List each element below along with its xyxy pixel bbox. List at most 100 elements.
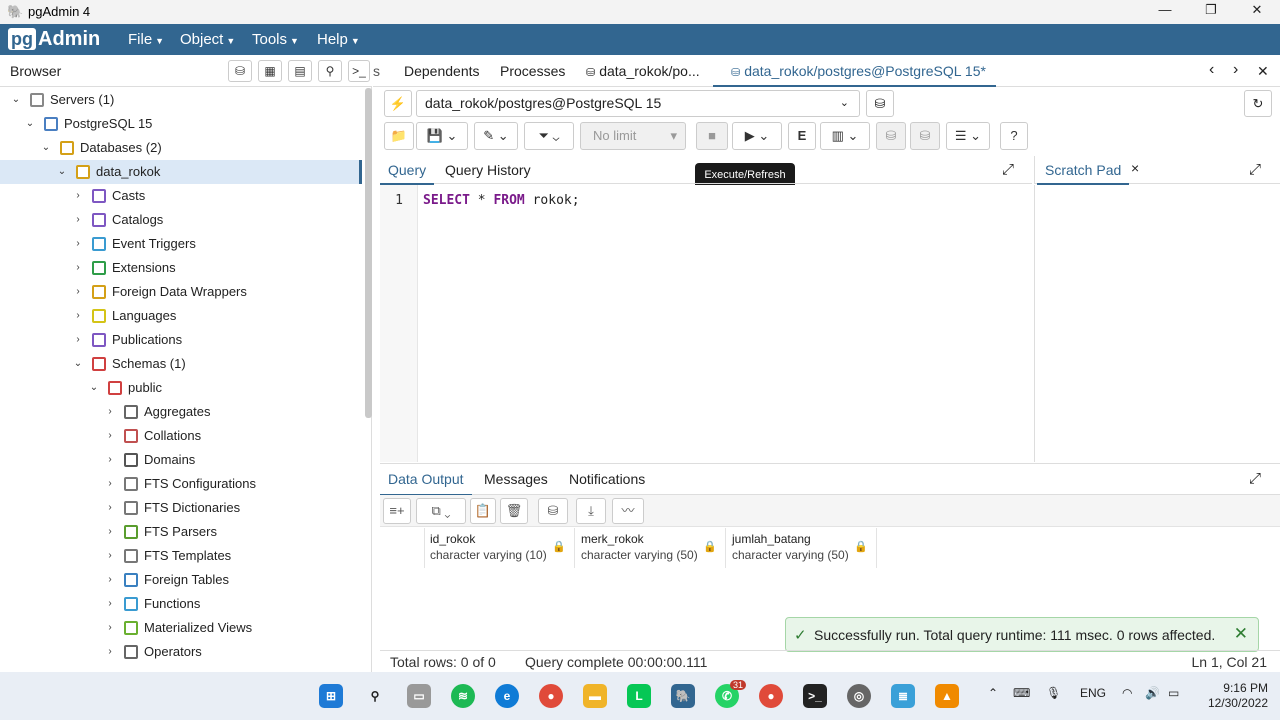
minimize-icon[interactable]: — (1150, 2, 1180, 17)
chrome-icon[interactable]: ● (539, 684, 563, 708)
tree-item[interactable]: ⌄ PostgreSQL 15 (0, 112, 362, 136)
tab-query-history[interactable]: Query History (445, 162, 531, 178)
graph-icon[interactable]: 〰 (612, 498, 644, 524)
spotify-icon[interactable]: ≋ (451, 684, 475, 708)
save-data-icon[interactable]: ⛁ (538, 498, 568, 524)
chevron-right-icon[interactable]: › (72, 256, 84, 280)
chevron-right-icon[interactable]: › (104, 520, 116, 544)
copy-icon[interactable]: ⧉ ⌄ (416, 498, 466, 524)
close-tab-icon[interactable]: ✕ (1257, 63, 1269, 80)
chevron-right-icon[interactable]: › (104, 496, 116, 520)
chevron-down-icon[interactable]: ⌄ (40, 136, 52, 160)
tree-item[interactable]: ⌄ Databases (2) (0, 136, 362, 160)
chevron-down-icon[interactable]: ⌄ (24, 112, 36, 136)
tree-item[interactable]: ⌄ data_rokok (0, 160, 362, 184)
expand-icon[interactable]: ⤢ (1002, 161, 1014, 178)
notepad-icon[interactable]: ≣ (891, 684, 915, 708)
task-view-icon[interactable]: ▭ (407, 684, 431, 708)
tree-item[interactable]: › Collations (0, 424, 362, 448)
plug-icon[interactable]: ⚡ (384, 90, 412, 117)
tab-notifications[interactable]: Notifications (569, 471, 645, 487)
edit-icon[interactable]: ✎ ⌄ (474, 122, 518, 150)
column-header[interactable]: id_rokok character varying (10) 🔒 (425, 528, 575, 568)
chevron-down-icon[interactable]: ⌄ (88, 376, 100, 400)
browser-scrollbar[interactable] (365, 88, 372, 418)
tab-query[interactable]: Query (379, 162, 435, 185)
tree-item[interactable]: › Languages (0, 304, 362, 328)
close-toast-icon[interactable]: ✕ (1234, 624, 1248, 644)
tree-item[interactable]: ⌄ public (0, 376, 362, 400)
filter-icon[interactable]: ⏷ ⌄ (524, 122, 574, 150)
sql-editor[interactable]: 1 SELECT * FROM rokok; (380, 185, 1032, 462)
database-icon[interactable]: ⛁ (228, 60, 252, 82)
tree-item[interactable]: › Catalogs (0, 208, 362, 232)
connection-select[interactable]: data_rokok/postgres@PostgreSQL 15 ⌄ (416, 90, 860, 117)
chevron-right-icon[interactable]: › (104, 400, 116, 424)
chevron-right-icon[interactable]: › (104, 424, 116, 448)
expand-icon[interactable]: ⤢ (1249, 470, 1261, 487)
view-data-icon[interactable]: ▤ (288, 60, 312, 82)
volume-icon[interactable]: 🔊 (1145, 686, 1160, 700)
chevron-right-icon[interactable]: › (104, 592, 116, 616)
tree-item[interactable]: › Extensions (0, 256, 362, 280)
menu-help[interactable]: Help ▼ (317, 31, 360, 48)
maximize-icon[interactable]: ❐ (1196, 2, 1226, 18)
tree-item[interactable]: › Event Triggers (0, 232, 362, 256)
edge-icon[interactable]: e (495, 684, 519, 708)
tree-item[interactable]: › Casts (0, 184, 362, 208)
tab-processes[interactable]: Processes (500, 63, 565, 79)
tree-item[interactable]: › FTS Configurations (0, 472, 362, 496)
tab-query-tool-2[interactable]: ⛁ data_rokok/postgres@PostgreSQL 15* (713, 63, 996, 87)
tab-query-tool-1[interactable]: ⛁ data_rokok/po... (586, 63, 700, 79)
table-icon[interactable]: ▦ (258, 60, 282, 82)
obs-icon[interactable]: ◎ (847, 684, 871, 708)
chevron-right-icon[interactable]: › (104, 448, 116, 472)
chrome-icon[interactable]: ● (759, 684, 783, 708)
column-header[interactable]: merk_rokok character varying (50) 🔒 (576, 528, 726, 568)
tree-item[interactable]: › FTS Templates (0, 544, 362, 568)
rollback-icon[interactable]: ⛁ (910, 122, 940, 150)
chevron-right-icon[interactable]: › (72, 208, 84, 232)
terminal-icon[interactable]: >_ (803, 684, 827, 708)
commit-icon[interactable]: ⛁ (876, 122, 906, 150)
scratch-pad-editor[interactable] (1034, 185, 1280, 462)
chevron-right-icon[interactable]: › (72, 328, 84, 352)
help-icon[interactable]: ? (1000, 122, 1028, 150)
close-icon[interactable]: ✕ (1242, 2, 1272, 18)
chevron-right-icon[interactable]: › (104, 472, 116, 496)
system-clock[interactable]: 9:16 PM 12/30/2022 (1208, 681, 1268, 711)
chevron-right-icon[interactable]: › (72, 232, 84, 256)
tree-item[interactable]: ⌄ Schemas (1) (0, 352, 362, 376)
tree-item[interactable]: › Foreign Data Wrappers (0, 280, 362, 304)
vlc-icon[interactable]: ▲ (935, 684, 959, 708)
tree-item[interactable]: › FTS Parsers (0, 520, 362, 544)
chevron-right-icon[interactable]: › (72, 184, 84, 208)
tree-item[interactable]: › FTS Dictionaries (0, 496, 362, 520)
close-scratch-icon[interactable]: × (1131, 160, 1139, 176)
battery-icon[interactable]: ▭ (1168, 686, 1179, 700)
chevron-down-icon[interactable]: ⌄ (56, 160, 68, 184)
macros-icon[interactable]: ☰ ⌄ (946, 122, 990, 150)
tab-messages[interactable]: Messages (484, 471, 548, 487)
chevron-right-icon[interactable]: › (104, 568, 116, 592)
tab-scratch-pad[interactable]: Scratch Pad (1036, 162, 1130, 185)
menu-file[interactable]: File ▼ (128, 31, 164, 48)
refresh-icon[interactable]: ↻ (1244, 90, 1272, 117)
new-connection-icon[interactable]: ⛁ (866, 90, 894, 117)
expand-icon[interactable]: ⤢ (1249, 161, 1261, 178)
tree-item[interactable]: › Aggregates (0, 400, 362, 424)
chevron-right-icon[interactable]: › (1233, 61, 1238, 79)
stop-icon[interactable]: ■ (696, 122, 728, 150)
tab-data-output[interactable]: Data Output (380, 471, 471, 496)
chevron-down-icon[interactable]: ⌄ (10, 88, 22, 112)
download-icon[interactable]: ⤓ (576, 498, 606, 524)
tree-item[interactable]: › Domains (0, 448, 362, 472)
chevron-left-icon[interactable]: ‹ (1209, 61, 1214, 79)
search-icon[interactable]: ⚲ (318, 60, 342, 82)
search-icon[interactable]: ⚲ (363, 684, 387, 708)
menu-tools[interactable]: Tools ▼ (252, 31, 299, 48)
delete-icon[interactable]: 🗑 (500, 498, 528, 524)
pgadmin-taskbar-icon[interactable]: 🐘 (671, 684, 695, 708)
execute-button[interactable]: ▶ ⌄ (732, 122, 782, 150)
tree-item[interactable]: › Foreign Tables (0, 568, 362, 592)
